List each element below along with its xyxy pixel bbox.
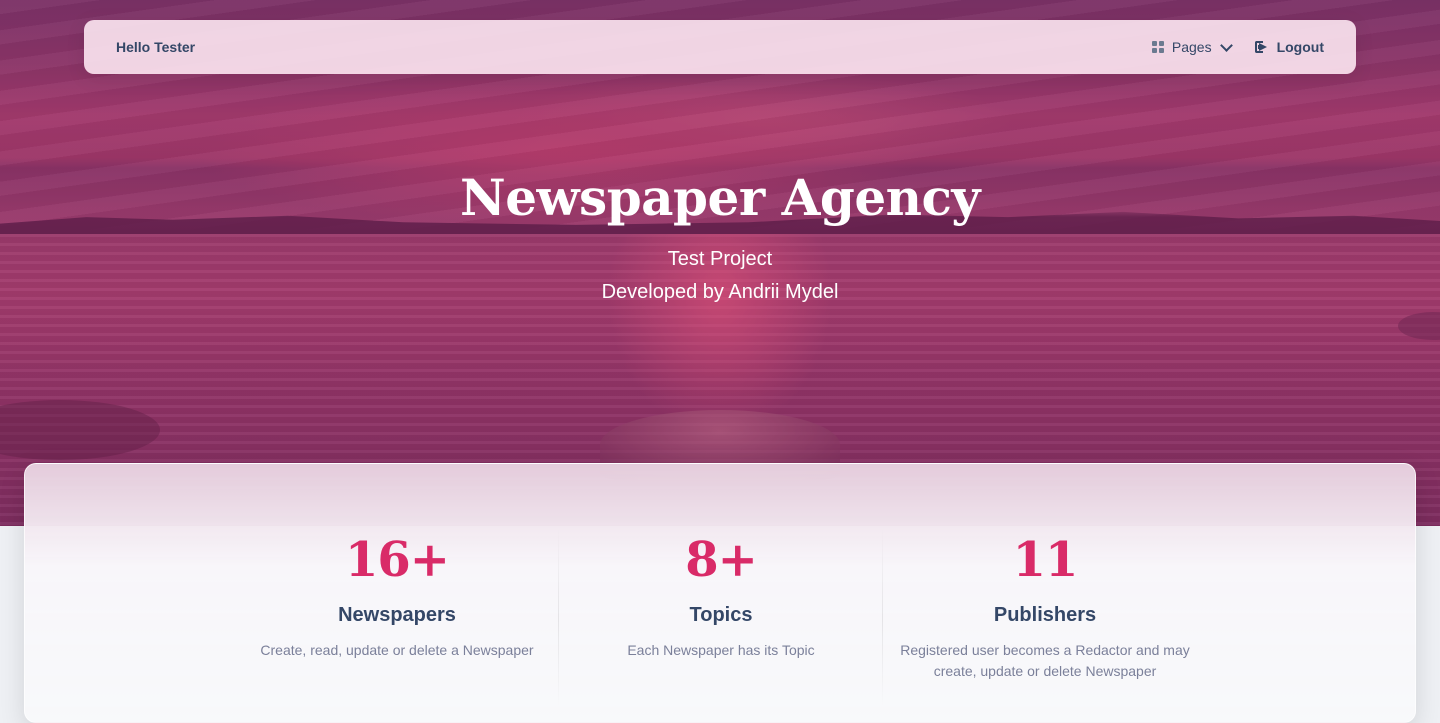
stat-value: 11: [1012, 532, 1079, 588]
stat-label: Topics: [689, 604, 753, 626]
logout-button[interactable]: Logout: [1254, 39, 1324, 55]
stats-card: 16+ Newspapers Create, read, update or d…: [24, 463, 1416, 723]
chevron-down-icon: [1219, 38, 1233, 52]
pages-label: Pages: [1171, 39, 1212, 55]
stat-description: Registered user becomes a Redactor and m…: [900, 642, 1190, 679]
logout-label: Logout: [1276, 39, 1324, 55]
stat-value: 16+: [344, 532, 450, 588]
navbar: Hello Tester Pages Logout: [84, 20, 1356, 74]
grid-icon: [1151, 41, 1164, 53]
stat-description: Each Newspaper has its Topic: [627, 642, 815, 658]
hero-developer: Developed by Andrii Mydel: [601, 281, 839, 303]
stat-value: 8+: [685, 532, 758, 588]
navbar-brand[interactable]: Hello Tester: [116, 39, 195, 55]
pages-dropdown[interactable]: Pages: [1151, 38, 1233, 55]
page-title: Newspaper Agency: [459, 168, 981, 227]
stat-divider: [558, 528, 559, 708]
navbar-right: Pages Logout: [1151, 38, 1324, 55]
hero-subtitle: Test Project: [667, 248, 773, 270]
stat-divider: [882, 528, 883, 708]
stat-label: Publishers: [993, 604, 1097, 626]
stat-label: Newspapers: [338, 604, 456, 626]
stat-description: Create, read, update or delete a Newspap…: [260, 642, 534, 658]
logout-icon: [1254, 41, 1269, 53]
